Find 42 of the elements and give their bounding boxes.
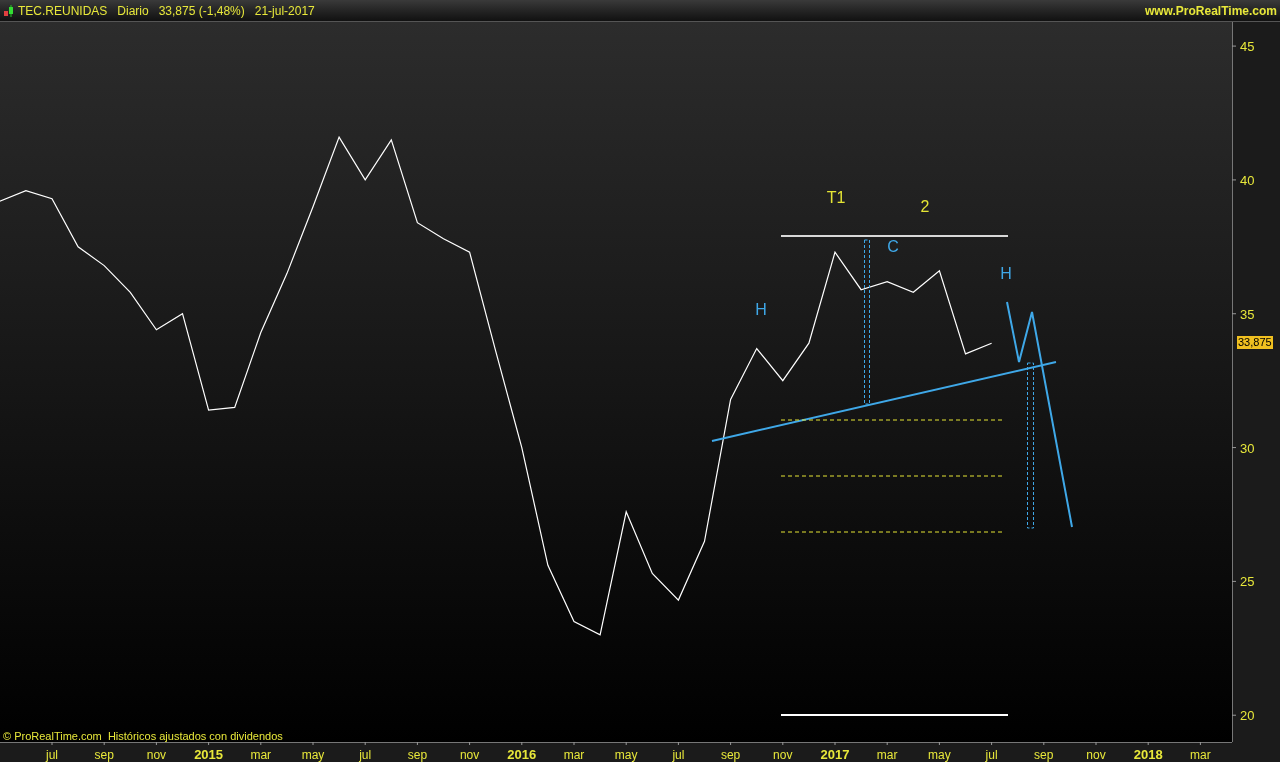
date-tick-label: jul	[46, 748, 58, 762]
pattern-label: 2	[920, 198, 930, 215]
website-link[interactable]: www.ProRealTime.com	[1144, 1, 1277, 20]
pattern-label: C	[887, 238, 899, 255]
date-tick-label: sep	[94, 748, 114, 762]
price-tick-label: 40	[1240, 172, 1255, 188]
price-tick-label: 35	[1240, 306, 1255, 322]
date-tick-label: mar	[563, 748, 585, 762]
candlestick-icon	[3, 3, 15, 18]
date-tick-label: sep	[1034, 748, 1054, 762]
date-tick-label: nov	[1086, 748, 1106, 762]
date-tick-label: jul	[359, 748, 372, 762]
date-text: 21-jul-2017	[254, 2, 315, 20]
date-tick-label: 2015	[194, 747, 224, 762]
date-tick-label: 2016	[507, 747, 537, 762]
date-tick-label: may	[928, 748, 951, 762]
price-tick-label: 20	[1240, 708, 1255, 724]
last-price-label: 33,875	[1237, 336, 1273, 349]
price-tick-label: 30	[1240, 440, 1255, 456]
date-tick-label: sep	[407, 748, 428, 762]
date-tick-label: may	[614, 748, 638, 762]
date-tick-label: jul	[985, 748, 998, 762]
date-tick-label: mar	[876, 748, 898, 762]
footer-note: © ProRealTime.com Históricos ajustados con dividendos	[3, 729, 283, 744]
date-tick-label: mar	[1190, 748, 1211, 762]
price-tick-label: 45	[1240, 39, 1255, 55]
date-tick-label: nov	[459, 748, 480, 762]
date-tick-label: nov	[146, 748, 167, 762]
date-tick-label: 2017	[820, 747, 850, 762]
date-tick-label: mar	[250, 748, 272, 762]
date-tick-label: sep	[720, 748, 741, 762]
date-tick-label: 2018	[1133, 747, 1163, 762]
pattern-label: T1	[826, 189, 846, 206]
quote-text: 33,875 (-1,48%)	[158, 2, 245, 20]
date-tick-label: nov	[773, 748, 793, 762]
period-label: Diario	[117, 2, 149, 20]
pattern-label: H	[1000, 265, 1012, 282]
date-tick-label: jul	[672, 748, 685, 762]
price-tick-label: 25	[1240, 574, 1255, 590]
date-tick-label: may	[301, 748, 325, 762]
symbol-name: TEC.REUNIDAS	[18, 2, 108, 20]
pattern-label: H	[755, 301, 767, 318]
